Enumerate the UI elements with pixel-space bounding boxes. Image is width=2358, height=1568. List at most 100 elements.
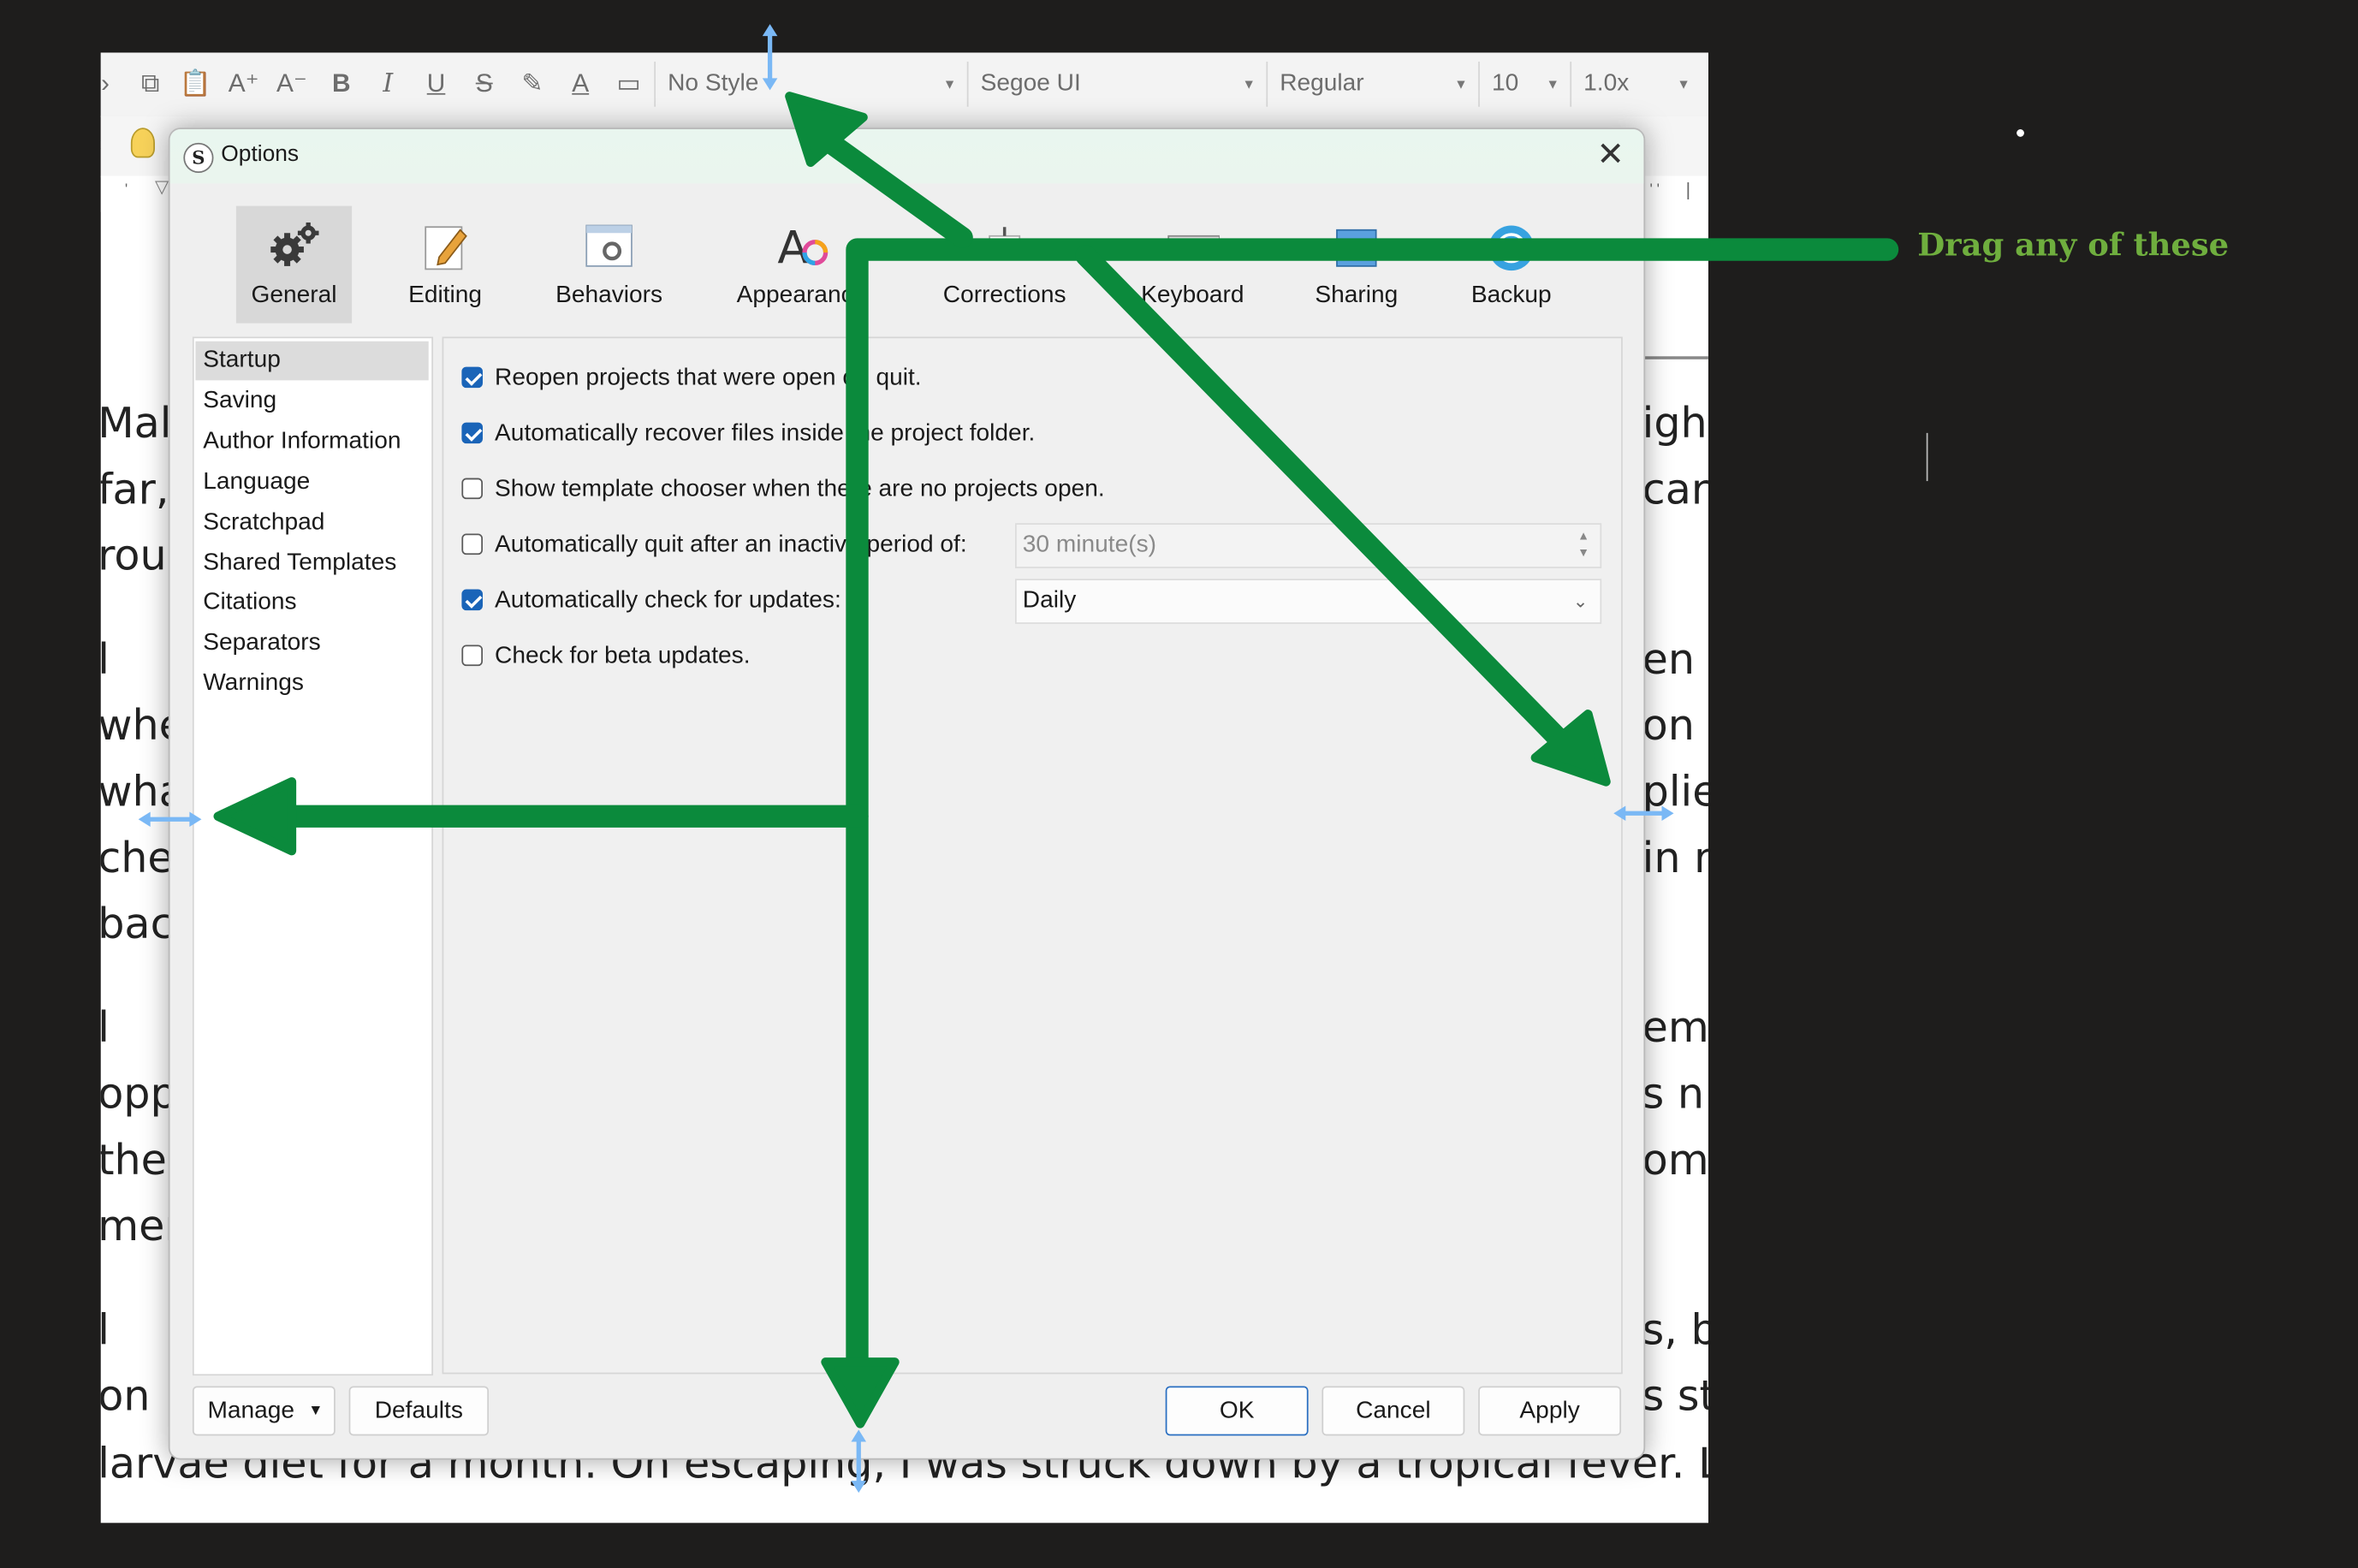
underline-icon[interactable]: U [419,68,453,101]
tab-general[interactable]: General [235,205,353,324]
category-item-startup[interactable]: Startup [195,341,429,381]
tab-editing[interactable]: Editing [391,206,500,324]
category-item-scratchpad[interactable]: Scratchpad [195,503,428,543]
document-line-right: en c [1642,634,1708,685]
tab-corrections[interactable]: Corrections [922,206,1087,324]
option-label: Check for beta updates. [495,643,751,669]
weight-select-value: Regular [1280,70,1364,97]
tab-label: Corrections [942,282,1066,309]
keyboard-icon [1167,235,1220,258]
lightbulb-icon[interactable] [130,128,155,158]
font-select[interactable]: Segoe UI ▼ [966,62,1265,107]
font-smaller-icon[interactable]: A⁻ [276,68,309,101]
spacing-select[interactable]: 1.0x ▼ [1570,62,1699,107]
cancel-label: Cancel [1356,1398,1431,1424]
spacing-select-value: 1.0x [1583,70,1630,97]
tab-label: Backup [1470,282,1552,309]
tab-backup[interactable]: Backup [1456,206,1567,324]
category-item-author-information[interactable]: Author Information [195,422,428,461]
document-line-left: l [101,634,110,684]
ok-button[interactable]: OK [1165,1386,1309,1436]
update-frequency-select[interactable]: Daily ⌄ [1014,579,1602,624]
ruler-tick: ' [124,181,128,199]
copy-style-icon[interactable]: ⧉ [134,68,167,101]
document-line-left: Mal [100,398,172,448]
italic-icon[interactable]: I [371,68,405,101]
strikethrough-icon[interactable]: S [467,68,501,101]
category-item-warnings[interactable]: Warnings [195,665,428,704]
font-bigger-icon[interactable]: A⁺ [227,68,260,101]
font-select-value: Segoe UI [980,70,1081,97]
document-line-right: s n [1642,1068,1705,1119]
page-edge [1642,356,1708,359]
category-item-shared-templates[interactable]: Shared Templates [195,543,428,583]
document-line-left: far, [100,464,169,514]
backup-icon [1488,225,1535,271]
tab-behaviors[interactable]: Behaviors [540,206,679,324]
gears-icon [270,222,318,266]
update-frequency-value: Daily [1022,587,1077,614]
options-dialog: S Options ✕ General Editing Behaviors A … [168,128,1646,1460]
option-label: Automatically quit after an inactive per… [495,532,967,558]
text-color-icon[interactable]: A [564,68,597,101]
text-caret [1926,432,1928,482]
resize-arrowhead [762,24,778,37]
chevron-down-icon: ▼ [1454,76,1468,92]
defaults-label: Defaults [374,1398,463,1424]
option-label: Show template chooser when there are no … [495,476,1105,502]
category-item-saving[interactable]: Saving [195,382,428,421]
sharing-icon [1336,229,1377,267]
option-checkbox[interactable] [461,478,484,500]
document-line-right: carr [1642,464,1708,514]
dialog-titlebar[interactable]: S Options ✕ [169,129,1644,184]
manage-label: Manage [207,1398,295,1424]
document-line-left: l [101,1305,110,1355]
indent-marker-icon[interactable]: ▽ [155,176,169,198]
close-button[interactable]: ✕ [1583,133,1637,178]
quit-period-stepper[interactable]: 30 minute(s) ▲ ▼ [1014,523,1602,568]
document-line-left: bac [100,899,174,949]
arrow-icon[interactable]: › [101,68,122,101]
weight-select[interactable]: Regular ▼ [1266,62,1476,107]
right-margin-marker-icon[interactable]: | [1686,179,1690,200]
category-item-citations[interactable]: Citations [195,584,428,623]
dialog-title: Options [221,141,300,167]
style-select-value: No Style [668,70,759,97]
bold-icon[interactable]: B [325,68,359,101]
highlighter-icon[interactable]: ✎ [516,68,549,101]
category-item-separators[interactable]: Separators [195,624,428,663]
document-line-left: l [101,1003,110,1053]
document-line-left: on [100,1370,151,1421]
chevron-down-icon: ▼ [1242,76,1256,92]
style-select[interactable]: No Style ▼ [654,62,965,107]
option-label: Reopen projects that were open on quit. [495,365,922,391]
option-checkbox[interactable] [461,366,484,389]
apply-label: Apply [1519,1398,1580,1424]
spin-arrows-icon[interactable]: ▲ ▼ [1576,528,1591,561]
category-item-language[interactable]: Language [195,462,428,502]
quit-period-value: 30 minute(s) [1022,532,1157,558]
ruler-tick: ' ' [1649,181,1660,199]
option-label: Automatically check for updates: [495,587,841,614]
tab-sharing[interactable]: Sharing [1301,206,1412,324]
option-checkbox[interactable] [461,533,484,555]
option-checkbox[interactable] [461,422,484,444]
chevron-down-icon: ▼ [1677,76,1690,92]
paste-style-icon[interactable]: 📋 [179,68,212,101]
annotation-text: Drag any of these [1917,225,2230,264]
cancel-button[interactable]: Cancel [1322,1386,1465,1436]
comment-icon[interactable]: ▭ [612,68,645,101]
defaults-button[interactable]: Defaults [348,1386,490,1436]
format-toolbar: › ⧉ 📋 A⁺ A⁻ B I U S ✎ A ▭ No Style ▼ Seg… [100,52,1708,118]
tab-keyboard[interactable]: Keyboard [1125,206,1260,324]
manage-button[interactable]: Manage ▼ [192,1386,336,1436]
tab-label: Editing [408,282,483,309]
size-select[interactable]: 10 ▼ [1478,62,1568,107]
chevron-left-icon[interactable]: ‹ [101,131,102,155]
option-checkbox[interactable] [461,644,484,667]
option-checkbox[interactable] [461,589,484,611]
document-line-right: in r [1642,833,1708,883]
tab-appearance[interactable]: A Appearance [727,206,877,324]
apply-button[interactable]: Apply [1478,1386,1622,1436]
chevron-down-icon: ▼ [1546,76,1560,92]
